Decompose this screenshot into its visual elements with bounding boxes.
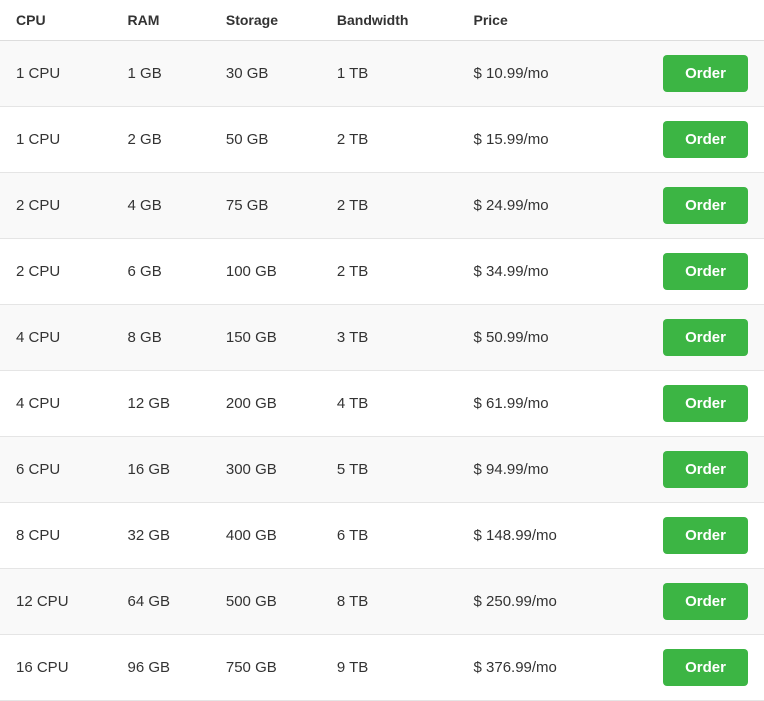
cell-storage: 300 GB [210,437,321,503]
cell-price: $ 34.99/mo [458,239,610,305]
cell-order: Order [610,305,764,371]
table-row: 16 CPU96 GB750 GB9 TB$ 376.99/mo Order [0,635,764,701]
cell-ram: 16 GB [112,437,210,503]
cell-ram: 4 GB [112,173,210,239]
cell-storage: 150 GB [210,305,321,371]
order-button[interactable]: Order [663,55,748,92]
cell-price: $ 10.99/mo [458,41,610,107]
table-row: 1 CPU1 GB30 GB1 TB$ 10.99/mo Order [0,41,764,107]
cell-storage: 200 GB [210,371,321,437]
cell-ram: 8 GB [112,305,210,371]
cell-cpu: 8 CPU [0,503,112,569]
cell-order: Order [610,569,764,635]
cell-order: Order [610,239,764,305]
order-button[interactable]: Order [663,517,748,554]
order-button[interactable]: Order [663,253,748,290]
cell-ram: 64 GB [112,569,210,635]
cell-price: $ 148.99/mo [458,503,610,569]
cell-ram: 32 GB [112,503,210,569]
cell-cpu: 12 CPU [0,569,112,635]
cell-order: Order [610,437,764,503]
order-button[interactable]: Order [663,583,748,620]
cell-storage: 500 GB [210,569,321,635]
order-button[interactable]: Order [663,121,748,158]
cell-price: $ 24.99/mo [458,173,610,239]
cell-order: Order [610,635,764,701]
cell-cpu: 2 CPU [0,239,112,305]
order-button[interactable]: Order [663,319,748,356]
cell-ram: 6 GB [112,239,210,305]
table-row: 2 CPU6 GB100 GB2 TB$ 34.99/mo Order [0,239,764,305]
cell-price: $ 15.99/mo [458,107,610,173]
cell-storage: 400 GB [210,503,321,569]
table-header-row: CPU RAM Storage Bandwidth Price [0,0,764,41]
header-bandwidth: Bandwidth [321,0,458,41]
order-button[interactable]: Order [663,385,748,422]
cell-cpu: 4 CPU [0,371,112,437]
cell-cpu: 16 CPU [0,635,112,701]
cell-bandwidth: 5 TB [321,437,458,503]
cell-bandwidth: 2 TB [321,107,458,173]
cell-storage: 30 GB [210,41,321,107]
cell-order: Order [610,107,764,173]
cell-bandwidth: 8 TB [321,569,458,635]
table-row: 2 CPU4 GB75 GB2 TB$ 24.99/mo Order [0,173,764,239]
cell-bandwidth: 1 TB [321,41,458,107]
table-row: 8 CPU32 GB400 GB6 TB$ 148.99/mo Order [0,503,764,569]
cell-order: Order [610,41,764,107]
cell-cpu: 4 CPU [0,305,112,371]
cell-bandwidth: 2 TB [321,173,458,239]
order-button[interactable]: Order [663,187,748,224]
cell-cpu: 6 CPU [0,437,112,503]
cell-price: $ 50.99/mo [458,305,610,371]
table-row: 4 CPU8 GB150 GB3 TB$ 50.99/mo Order [0,305,764,371]
cell-bandwidth: 6 TB [321,503,458,569]
table-row: 12 CPU64 GB500 GB8 TB$ 250.99/mo Order [0,569,764,635]
cell-storage: 100 GB [210,239,321,305]
cell-order: Order [610,371,764,437]
cell-storage: 75 GB [210,173,321,239]
header-storage: Storage [210,0,321,41]
pricing-table: CPU RAM Storage Bandwidth Price 1 CPU1 G… [0,0,764,701]
cell-storage: 50 GB [210,107,321,173]
header-action [610,0,764,41]
order-button[interactable]: Order [663,649,748,686]
cell-bandwidth: 4 TB [321,371,458,437]
cell-price: $ 250.99/mo [458,569,610,635]
table-row: 1 CPU2 GB50 GB2 TB$ 15.99/mo Order [0,107,764,173]
cell-bandwidth: 3 TB [321,305,458,371]
cell-order: Order [610,173,764,239]
cell-cpu: 1 CPU [0,107,112,173]
header-cpu: CPU [0,0,112,41]
cell-bandwidth: 9 TB [321,635,458,701]
cell-ram: 2 GB [112,107,210,173]
cell-price: $ 376.99/mo [458,635,610,701]
cell-cpu: 2 CPU [0,173,112,239]
cell-price: $ 94.99/mo [458,437,610,503]
cell-order: Order [610,503,764,569]
cell-cpu: 1 CPU [0,41,112,107]
header-price: Price [458,0,610,41]
table-row: 4 CPU12 GB200 GB4 TB$ 61.99/mo Order [0,371,764,437]
header-ram: RAM [112,0,210,41]
cell-storage: 750 GB [210,635,321,701]
table-row: 6 CPU16 GB300 GB5 TB$ 94.99/mo Order [0,437,764,503]
cell-ram: 96 GB [112,635,210,701]
cell-price: $ 61.99/mo [458,371,610,437]
cell-bandwidth: 2 TB [321,239,458,305]
order-button[interactable]: Order [663,451,748,488]
cell-ram: 12 GB [112,371,210,437]
cell-ram: 1 GB [112,41,210,107]
